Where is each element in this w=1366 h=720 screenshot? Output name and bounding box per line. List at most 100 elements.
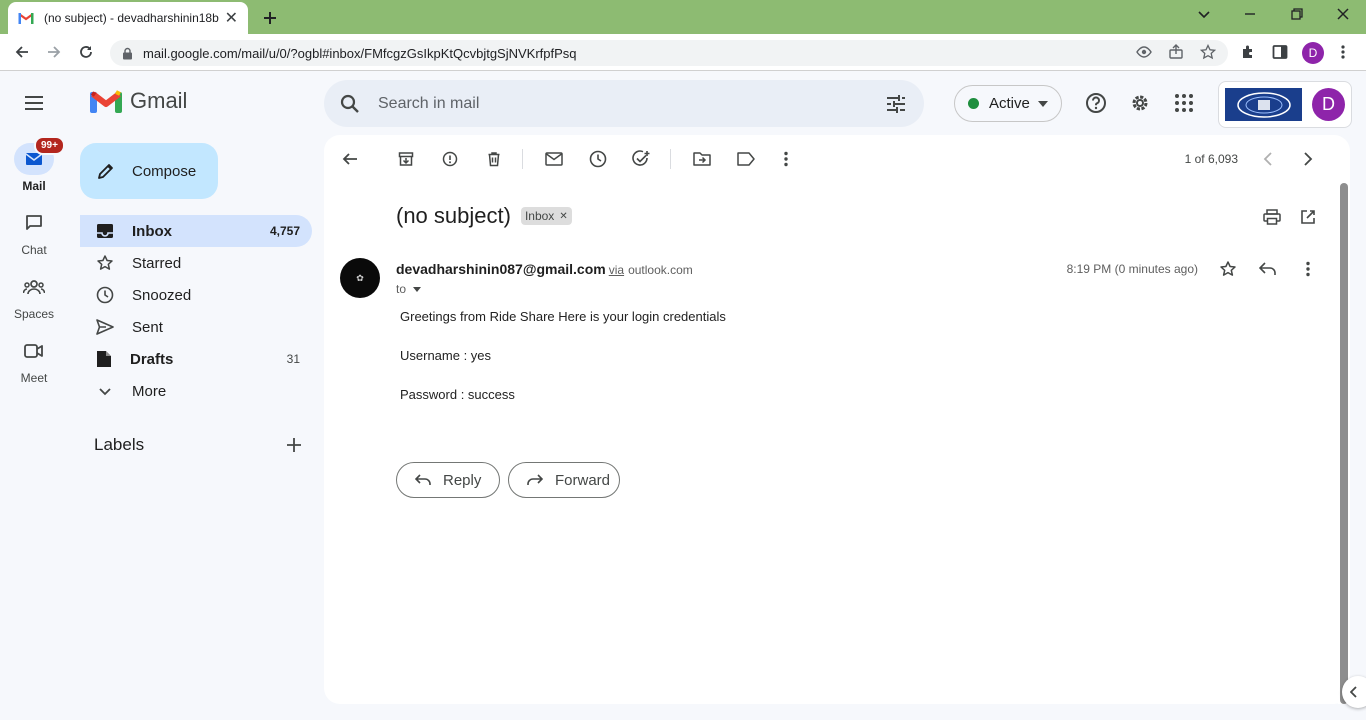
bookmark-star-icon[interactable]	[1200, 44, 1216, 60]
archive-icon[interactable]	[388, 141, 424, 177]
snooze-clock-icon[interactable]	[580, 141, 616, 177]
via-domain: outlook.com	[628, 263, 693, 277]
email-subject-row: (no subject) Inbox ✕	[396, 203, 572, 229]
side-panel-icon[interactable]	[1272, 44, 1288, 60]
nav-item-starred[interactable]: Starred	[80, 247, 312, 279]
compose-label: Compose	[132, 162, 197, 180]
status-label: Active	[989, 95, 1030, 112]
rail-label-mail: Mail	[22, 179, 46, 193]
remove-label-icon[interactable]: ✕	[559, 211, 567, 222]
back-button[interactable]	[8, 38, 36, 66]
reply-button[interactable]: Reply	[396, 462, 500, 498]
nav-item-more[interactable]: More	[80, 375, 312, 407]
back-to-inbox-icon[interactable]	[332, 141, 368, 177]
search-input[interactable]: Search in mail	[378, 95, 886, 113]
rail-item-spaces[interactable]: Spaces	[0, 271, 68, 335]
rail-item-meet[interactable]: Meet	[0, 335, 68, 399]
forward-button-email[interactable]: Forward	[508, 462, 620, 498]
delete-trash-icon[interactable]	[476, 141, 512, 177]
chevron-left-icon	[1350, 686, 1358, 698]
main-menu-icon[interactable]	[14, 83, 54, 123]
sender-avatar-mark-icon: ✿	[356, 272, 364, 283]
open-in-new-window-icon[interactable]	[1290, 199, 1326, 235]
sender-avatar[interactable]: ✿	[340, 258, 380, 298]
pencil-icon	[96, 161, 116, 181]
scrollbar-thumb[interactable]	[1340, 183, 1348, 704]
compose-button[interactable]: Compose	[80, 143, 218, 199]
tab-search-icon[interactable]	[1196, 6, 1216, 26]
show-side-panel-button[interactable]	[1342, 676, 1366, 708]
new-tab-button[interactable]	[258, 6, 282, 30]
newer-chevron-left-icon[interactable]	[1250, 141, 1286, 177]
help-icon[interactable]	[1076, 83, 1116, 123]
star-message-icon[interactable]	[1210, 251, 1246, 287]
search-options-icon[interactable]	[886, 94, 906, 113]
share-icon[interactable]	[1168, 44, 1184, 60]
mail-nav: Inbox 4,757 Starred Snoozed Sent Drafts …	[80, 215, 312, 407]
tab-close-icon[interactable]: ✕	[225, 8, 238, 28]
email-body-line: Greetings from Ride Share Here is your l…	[400, 309, 726, 324]
nav-item-drafts[interactable]: Drafts 31	[80, 343, 312, 375]
more-options-icon[interactable]	[768, 141, 804, 177]
mail-icon: 99+	[14, 136, 65, 175]
forward-label: Forward	[555, 471, 611, 489]
account-switcher[interactable]: D	[1218, 81, 1352, 128]
settings-gear-icon[interactable]	[1120, 83, 1160, 123]
older-chevron-right-icon[interactable]	[1290, 141, 1326, 177]
chevron-down-icon	[96, 382, 114, 400]
chat-icon	[14, 207, 54, 239]
forward-button[interactable]	[40, 38, 68, 66]
account-avatar: D	[1312, 88, 1345, 121]
inbox-icon	[96, 223, 114, 239]
add-to-tasks-icon[interactable]	[624, 141, 660, 177]
inbox-count: 4,757	[269, 224, 300, 238]
recipient-details-toggle[interactable]: to	[396, 282, 422, 296]
sender-line: devadharshinin087@gmail.com via outlook.…	[396, 261, 693, 277]
browser-profile-avatar[interactable]: D	[1302, 42, 1324, 64]
gmail-logo[interactable]: Gmail	[90, 88, 187, 114]
move-to-folder-icon[interactable]	[684, 141, 720, 177]
nav-item-sent[interactable]: Sent	[80, 311, 312, 343]
spaces-icon	[14, 271, 54, 303]
caret-down-icon	[413, 286, 422, 292]
clock-icon	[96, 286, 114, 304]
via-link[interactable]: via	[609, 263, 624, 277]
reload-button[interactable]	[72, 38, 100, 66]
toolbar-divider	[522, 149, 523, 169]
nav-item-inbox[interactable]: Inbox 4,757	[80, 215, 312, 247]
extensions-puzzle-icon[interactable]	[1240, 44, 1256, 60]
privacy-eye-icon[interactable]	[1136, 44, 1152, 60]
nav-label: More	[132, 382, 167, 400]
restore-window-button[interactable]	[1289, 6, 1309, 26]
reply-label: Reply	[443, 471, 482, 489]
browser-menu-icon[interactable]	[1340, 44, 1346, 60]
status-dot-icon	[968, 98, 979, 109]
minimize-window-button[interactable]	[1242, 6, 1262, 26]
status-selector[interactable]: Active	[954, 85, 1062, 122]
browser-tab[interactable]: (no subject) - devadharshinin18b ✕	[8, 2, 248, 34]
sender-email[interactable]: devadharshinin087@gmail.com	[396, 261, 606, 277]
search-bar[interactable]: Search in mail	[324, 80, 924, 127]
nav-item-snoozed[interactable]: Snoozed	[80, 279, 312, 311]
gmail-favicon-icon	[18, 12, 34, 24]
google-apps-icon[interactable]	[1164, 83, 1204, 123]
print-icon[interactable]	[1254, 199, 1290, 235]
label-tag-icon[interactable]	[728, 141, 764, 177]
message-more-options-icon[interactable]	[1290, 251, 1326, 287]
nav-label: Sent	[132, 318, 163, 336]
add-label-icon[interactable]	[286, 437, 302, 453]
rail-item-chat[interactable]: Chat	[0, 207, 68, 271]
report-spam-icon[interactable]	[432, 141, 468, 177]
close-window-button[interactable]	[1335, 6, 1355, 26]
address-bar[interactable]: mail.google.com/mail/u/0/?ogbl#inbox/FMf…	[110, 40, 1228, 66]
rail-item-mail[interactable]: 99+ Mail	[0, 136, 68, 207]
chevron-down-icon	[1037, 100, 1048, 107]
to-label: to	[396, 282, 407, 296]
reply-arrow-icon	[415, 474, 431, 486]
toolbar-divider	[670, 149, 671, 169]
mark-unread-icon[interactable]	[536, 141, 572, 177]
reply-icon[interactable]	[1250, 251, 1286, 287]
search-icon[interactable]	[340, 94, 360, 114]
email-body-line: Password : success	[400, 387, 515, 402]
inbox-label-chip[interactable]: Inbox ✕	[520, 207, 572, 225]
